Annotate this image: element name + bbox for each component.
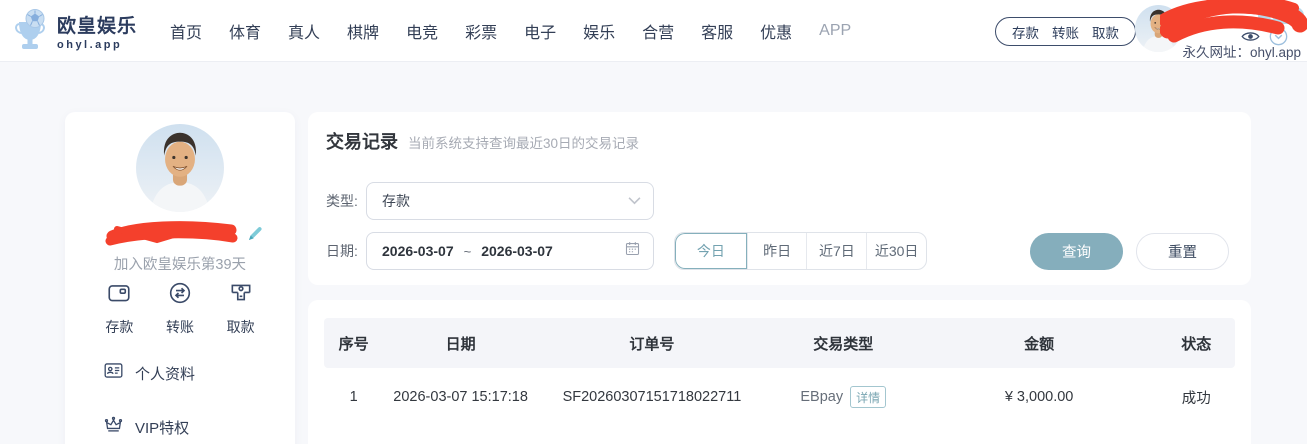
cell-type: EBpay 详情 [766, 386, 921, 408]
page-subtitle: 当前系统支持查询最近30日的交易记录 [408, 132, 639, 152]
type-filter-label: 类型: [326, 182, 366, 220]
permanent-url: 永久网址：ohyl.app [1182, 41, 1301, 61]
calendar-icon [624, 240, 641, 262]
nav-item-live[interactable]: 真人 [288, 19, 320, 43]
vip-badge: VIP2 [1258, 7, 1304, 24]
range-today-button[interactable]: 今日 [675, 233, 747, 269]
range-30days-button[interactable]: 近30日 [866, 233, 926, 269]
nav-item-service[interactable]: 客服 [701, 19, 733, 43]
header-deposit-link[interactable]: 存款 [1012, 22, 1039, 42]
sidebar-transfer-label: 转账 [166, 317, 194, 337]
sidebar-deposit-label: 存款 [105, 317, 133, 337]
cell-amount: ¥ 3,000.00 [921, 389, 1158, 405]
transaction-table-card: 序号 日期 订单号 交易类型 金额 状态 1 2026-03-07 15:17:… [308, 300, 1251, 444]
detail-link[interactable]: 详情 [850, 386, 886, 408]
sidebar-profile-label: 个人资料 [135, 363, 195, 384]
sidebar-transfer-button[interactable]: 转账 [166, 280, 194, 337]
top-header: 欧皇娱乐 ohyl.app 首页 体育 真人 棋牌 电竞 彩票 电子 娱乐 合营… [0, 0, 1307, 62]
nav-item-esports[interactable]: 电竞 [406, 19, 438, 43]
sidebar-withdraw-label: 取款 [227, 317, 255, 337]
brand-text: 欧皇娱乐 ohyl.app [57, 16, 137, 52]
join-days-text: 加入欧皇娱乐第39天 [65, 253, 295, 274]
query-button[interactable]: 查询 [1030, 233, 1123, 270]
redaction-scribble-username [105, 220, 251, 255]
transaction-filter-card: 交易记录 当前系统支持查询最近30日的交易记录 类型: 存款 日期: 2026-… [308, 112, 1251, 285]
cell-index: 1 [324, 389, 383, 405]
type-select[interactable]: 存款 [366, 182, 654, 220]
main-nav: 首页 体育 真人 棋牌 电竞 彩票 电子 娱乐 合营 客服 优惠 APP [170, 0, 851, 62]
col-header-amount: 金额 [921, 333, 1158, 354]
date-filter-label: 日期: [326, 232, 366, 270]
brand-name: 欧皇娱乐 [57, 16, 137, 38]
reset-button[interactable]: 重置 [1136, 233, 1229, 270]
col-header-order: 订单号 [538, 333, 766, 354]
crown-icon [103, 414, 124, 440]
range-yesterday-button[interactable]: 昨日 [747, 233, 807, 269]
cell-type-value: EBpay [800, 389, 843, 405]
header-withdraw-link[interactable]: 取款 [1092, 22, 1119, 42]
table-row: 1 2026-03-07 15:17:18 SF2026030715171802… [324, 368, 1235, 426]
nav-item-sports[interactable]: 体育 [229, 19, 261, 43]
cash-machine-icon [228, 280, 254, 311]
range-7days-button[interactable]: 近7日 [806, 233, 866, 269]
sidebar-item-profile[interactable]: 个人资料 [103, 360, 195, 386]
type-select-value: 存款 [382, 191, 410, 211]
user-avatar[interactable] [1135, 5, 1182, 52]
cell-order-no: SF20260307151718022711 [538, 389, 766, 405]
sidebar-withdraw-button[interactable]: 取款 [227, 280, 255, 337]
sidebar-item-vip[interactable]: VIP特权 [103, 414, 189, 440]
username-redacted [105, 220, 265, 252]
id-card-icon [103, 360, 124, 386]
transfer-icon [167, 280, 193, 311]
nav-item-home[interactable]: 首页 [170, 19, 202, 43]
date-from-value: 2026-03-07 [382, 243, 454, 259]
header-transfer-link[interactable]: 转账 [1052, 22, 1079, 42]
sidebar-vip-label: VIP特权 [135, 417, 189, 438]
title-row: 交易记录 当前系统支持查询最近30日的交易记录 [326, 128, 639, 154]
profile-sidebar: 加入欧皇娱乐第39天 存款 [65, 112, 295, 444]
nav-item-entertainment[interactable]: 娱乐 [583, 19, 615, 43]
table-header-row: 序号 日期 订单号 交易类型 金额 状态 [324, 318, 1235, 368]
nav-item-cards[interactable]: 棋牌 [347, 19, 379, 43]
date-separator: ~ [464, 244, 472, 259]
date-range-input[interactable]: 2026-03-07 ~ 2026-03-07 [366, 232, 654, 270]
nav-item-partnership[interactable]: 合营 [642, 19, 674, 43]
wallet-icon [106, 280, 132, 311]
col-header-date: 日期 [383, 333, 538, 354]
col-header-index: 序号 [324, 333, 383, 354]
date-to-value: 2026-03-07 [481, 243, 553, 259]
cell-date: 2026-03-07 15:17:18 [383, 389, 538, 405]
trophy-logo-icon [14, 9, 50, 58]
quick-range-group: 今日 昨日 近7日 近30日 [674, 232, 927, 270]
col-header-type: 交易类型 [766, 333, 921, 354]
nav-item-lottery[interactable]: 彩票 [465, 19, 497, 43]
col-header-status: 状态 [1158, 333, 1235, 354]
sidebar-deposit-button[interactable]: 存款 [105, 280, 133, 337]
profile-avatar[interactable] [136, 124, 224, 212]
sidebar-quick-actions: 存款 转账 [65, 280, 295, 337]
nav-item-promo[interactable]: 优惠 [760, 19, 792, 43]
page-title: 交易记录 [326, 128, 398, 154]
nav-item-slots[interactable]: 电子 [524, 19, 556, 43]
header-wallet-actions: 存款 转账 取款 [995, 17, 1136, 46]
nav-item-app[interactable]: APP [819, 22, 851, 40]
brand-domain: ohyl.app [57, 38, 137, 52]
brand-logo[interactable]: 欧皇娱乐 ohyl.app [14, 9, 137, 58]
page: 欧皇娱乐 ohyl.app 首页 体育 真人 棋牌 电竞 彩票 电子 娱乐 合营… [0, 0, 1307, 444]
cell-status: 成功 [1158, 387, 1235, 408]
select-chevron-icon [628, 192, 641, 210]
